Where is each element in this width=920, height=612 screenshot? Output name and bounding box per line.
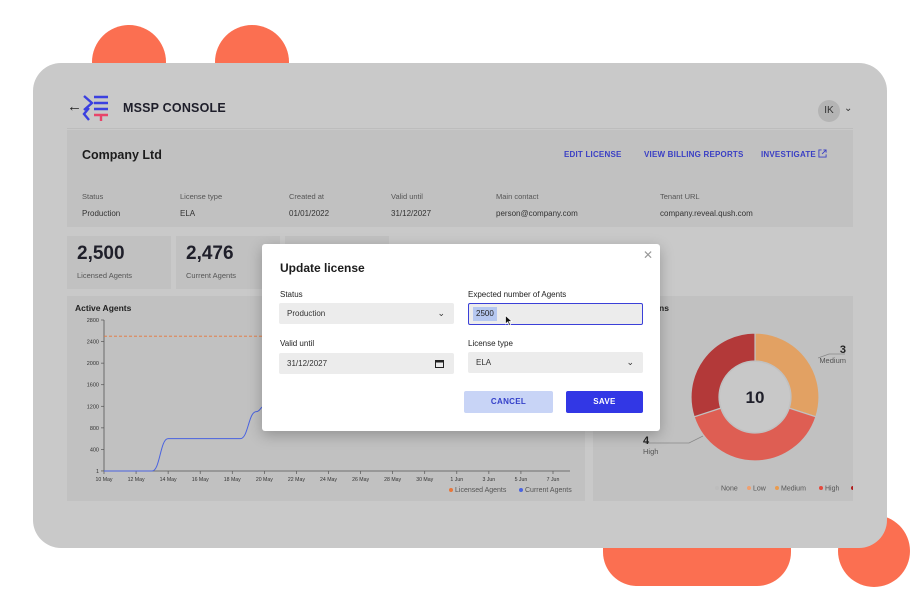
valid-until-date-value: 31/12/2027 [287,359,328,368]
legend-high: High [825,486,840,493]
update-license-modal: ✕ Update license Status Production ⌄ Exp… [262,244,660,431]
valid-until-value: 31/12/2027 [391,209,432,218]
x-tick-label: 12 May [128,477,145,483]
x-tick-label: 30 May [416,477,433,483]
agents-field-label: Expected number of Agents [468,290,567,299]
mouse-cursor-icon [505,315,513,326]
back-arrow-icon[interactable]: ← [67,99,82,114]
callout-high-value: 4 [643,435,650,447]
y-tick-label: 2400 [87,340,99,346]
investigate-link[interactable]: INVESTIGATE [761,150,816,159]
x-tick-label: 26 May [352,477,369,483]
callout-medium-value: 3 [840,344,846,356]
license-type-value: ELA [180,209,196,218]
header-divider [67,128,853,129]
expected-agents-input[interactable]: 2500 [468,303,643,326]
license-type-label: License type [180,192,223,201]
y-tick-label: 2000 [87,361,99,367]
legend-dot-none [715,486,719,490]
current-agents-value: 2,476 [186,243,234,264]
view-billing-reports-link[interactable]: VIEW BILLING REPORTS [644,150,744,159]
legend-low: Low [753,486,767,493]
x-tick-label: 10 May [95,477,112,483]
x-tick-label: 24 May [320,477,337,483]
modal-title: Update license [280,261,365,275]
next-logo-icon[interactable] [82,94,112,122]
legend-dot-low [747,486,751,490]
valid-until-label: Valid until [391,192,423,201]
licensed-agents-card: 2,500 Licensed Agents [67,236,171,289]
license-type-field-label: License type [468,339,513,348]
legend-none: None [721,486,738,493]
chevron-down-icon: ⌄ [626,357,634,367]
legend-medium: Medium [781,486,806,493]
legend-dot-high [819,486,823,490]
legend-dot-licensed [449,488,453,492]
calendar-icon[interactable] [435,359,444,368]
x-tick-label: 16 May [192,477,209,483]
edit-license-link[interactable]: EDIT LICENSE [564,150,622,159]
callout-high-label: High [643,447,658,456]
x-tick-label: 14 May [160,477,177,483]
licensed-agents-label: Licensed Agents [77,271,133,280]
x-tick-label: 7 Jun [547,477,560,483]
tenant-url-value: company.reveal.qush.com [660,209,753,218]
created-at-label: Created at [289,192,325,201]
external-link-icon[interactable] [818,149,827,158]
tenant-url-label: Tenant URL [660,192,700,201]
license-type-select-value: ELA [476,358,492,367]
close-icon[interactable]: ✕ [643,249,653,261]
x-tick-label: 22 May [288,477,305,483]
status-value: Production [82,209,121,218]
x-tick-label: 28 May [384,477,401,483]
status-select-value: Production [287,309,326,318]
callout-medium-label: Medium [819,356,846,365]
chevron-down-icon[interactable]: ⌄ [844,103,852,114]
licensed-agents-value: 2,500 [77,243,125,264]
created-at-value: 01/01/2022 [289,209,330,218]
main-contact-label: Main contact [496,192,539,201]
screenshot-stage: ← MSSP CONSOLE IK ⌄ Company Ltd EDIT LIC… [0,0,920,612]
user-avatar[interactable]: IK [818,100,840,122]
valid-until-date-input[interactable]: 31/12/2027 [279,353,454,374]
x-tick-label: 18 May [224,477,241,483]
y-tick-label: 800 [90,426,99,432]
status-select[interactable]: Production ⌄ [279,303,454,324]
cancel-button[interactable]: CANCEL [464,391,553,413]
current-agents-label: Current Agents [186,271,237,280]
current-agents-line [104,405,265,472]
x-tick-label: 1 Jun [450,477,463,483]
app-header: ← MSSP CONSOLE IK ⌄ [33,63,887,127]
y-tick-label: 1 [96,469,99,475]
legend-dot-medium [775,486,779,490]
save-button[interactable]: SAVE [566,391,643,413]
status-field-label: Status [280,290,303,299]
status-label: Status [82,192,104,201]
legend-current-agents: Current Agents [525,487,572,494]
legend-dot-current [519,488,523,492]
chevron-down-icon: ⌄ [437,308,445,318]
main-contact-value: person@company.com [496,209,578,218]
valid-until-field-label: Valid until [280,339,315,348]
donut-center-total: 10 [746,388,765,407]
y-tick-label: 400 [90,447,99,453]
company-name: Company Ltd [82,148,162,162]
y-tick-label: 1200 [87,404,99,410]
callout-line-high [645,435,704,444]
x-tick-label: 5 Jun [515,477,528,483]
y-tick-label: 2800 [87,318,99,324]
x-tick-label: 3 Jun [483,477,496,483]
app-title: MSSP CONSOLE [123,101,226,115]
x-tick-label: 20 May [256,477,273,483]
y-tick-label: 1600 [87,383,99,389]
expected-agents-value: 2500 [473,307,497,321]
company-card: Company Ltd EDIT LICENSE VIEW BILLING RE… [67,130,853,227]
legend-dot-critical [851,486,853,490]
license-type-select[interactable]: ELA ⌄ [468,352,643,373]
legend-licensed-agents: Licensed Agents [455,487,507,494]
